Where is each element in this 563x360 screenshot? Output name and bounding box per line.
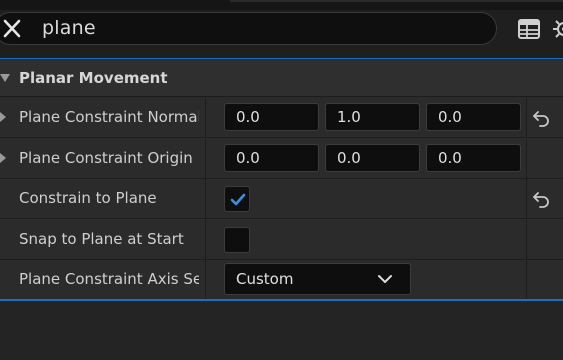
- expand-arrow-icon[interactable]: [0, 153, 6, 163]
- gear-icon[interactable]: [552, 17, 563, 41]
- search-input[interactable]: plane: [42, 17, 96, 39]
- property-label: Plane Constraint Normal: [19, 108, 199, 126]
- reset-arrow-icon[interactable]: [532, 109, 550, 127]
- close-icon[interactable]: [1, 19, 23, 39]
- property-label: Constrain to Plane: [19, 189, 157, 207]
- reset-arrow-icon[interactable]: [532, 190, 550, 208]
- property-row-plane-constraint-normal: Plane Constraint Normal 0.0 1.0 0.0: [0, 98, 563, 138]
- origin-y-field[interactable]: 0.0: [325, 144, 420, 172]
- expand-arrow-icon[interactable]: [0, 112, 6, 122]
- dropdown-value: Custom: [236, 270, 294, 288]
- table-view-icon[interactable]: [517, 17, 541, 41]
- property-label: Plane Constraint Axis Se...: [19, 270, 199, 288]
- category-planar-movement[interactable]: Planar Movement: [0, 60, 563, 97]
- property-row-plane-constraint-axis-setting: Plane Constraint Axis Se... Custom: [0, 260, 563, 300]
- property-label: Snap to Plane at Start: [19, 230, 184, 248]
- normal-y-field[interactable]: 1.0: [325, 103, 420, 131]
- snap-to-plane-checkbox[interactable]: [224, 227, 250, 253]
- panel-top-accent: [0, 58, 563, 59]
- constrain-to-plane-checkbox[interactable]: [224, 186, 250, 212]
- chevron-down-icon: [378, 275, 392, 283]
- property-row-plane-constraint-origin: Plane Constraint Origin 0.0 0.0 0.0: [0, 139, 563, 179]
- axis-setting-dropdown[interactable]: Custom: [224, 263, 411, 295]
- origin-z-field[interactable]: 0.0: [426, 144, 521, 172]
- property-row-constrain-to-plane: Constrain to Plane: [0, 179, 563, 219]
- property-row-snap-to-plane-at-start: Snap to Plane at Start: [0, 220, 563, 260]
- search-box[interactable]: plane: [0, 12, 497, 45]
- category-label: Planar Movement: [19, 69, 168, 87]
- normal-x-field[interactable]: 0.0: [224, 103, 319, 131]
- origin-x-field[interactable]: 0.0: [224, 144, 319, 172]
- property-label: Plane Constraint Origin: [19, 149, 193, 167]
- normal-z-field[interactable]: 0.0: [426, 103, 521, 131]
- collapse-arrow-icon[interactable]: [0, 74, 10, 82]
- empty-area: [0, 301, 563, 360]
- top-strip: [0, 0, 563, 10]
- check-icon: [230, 193, 246, 206]
